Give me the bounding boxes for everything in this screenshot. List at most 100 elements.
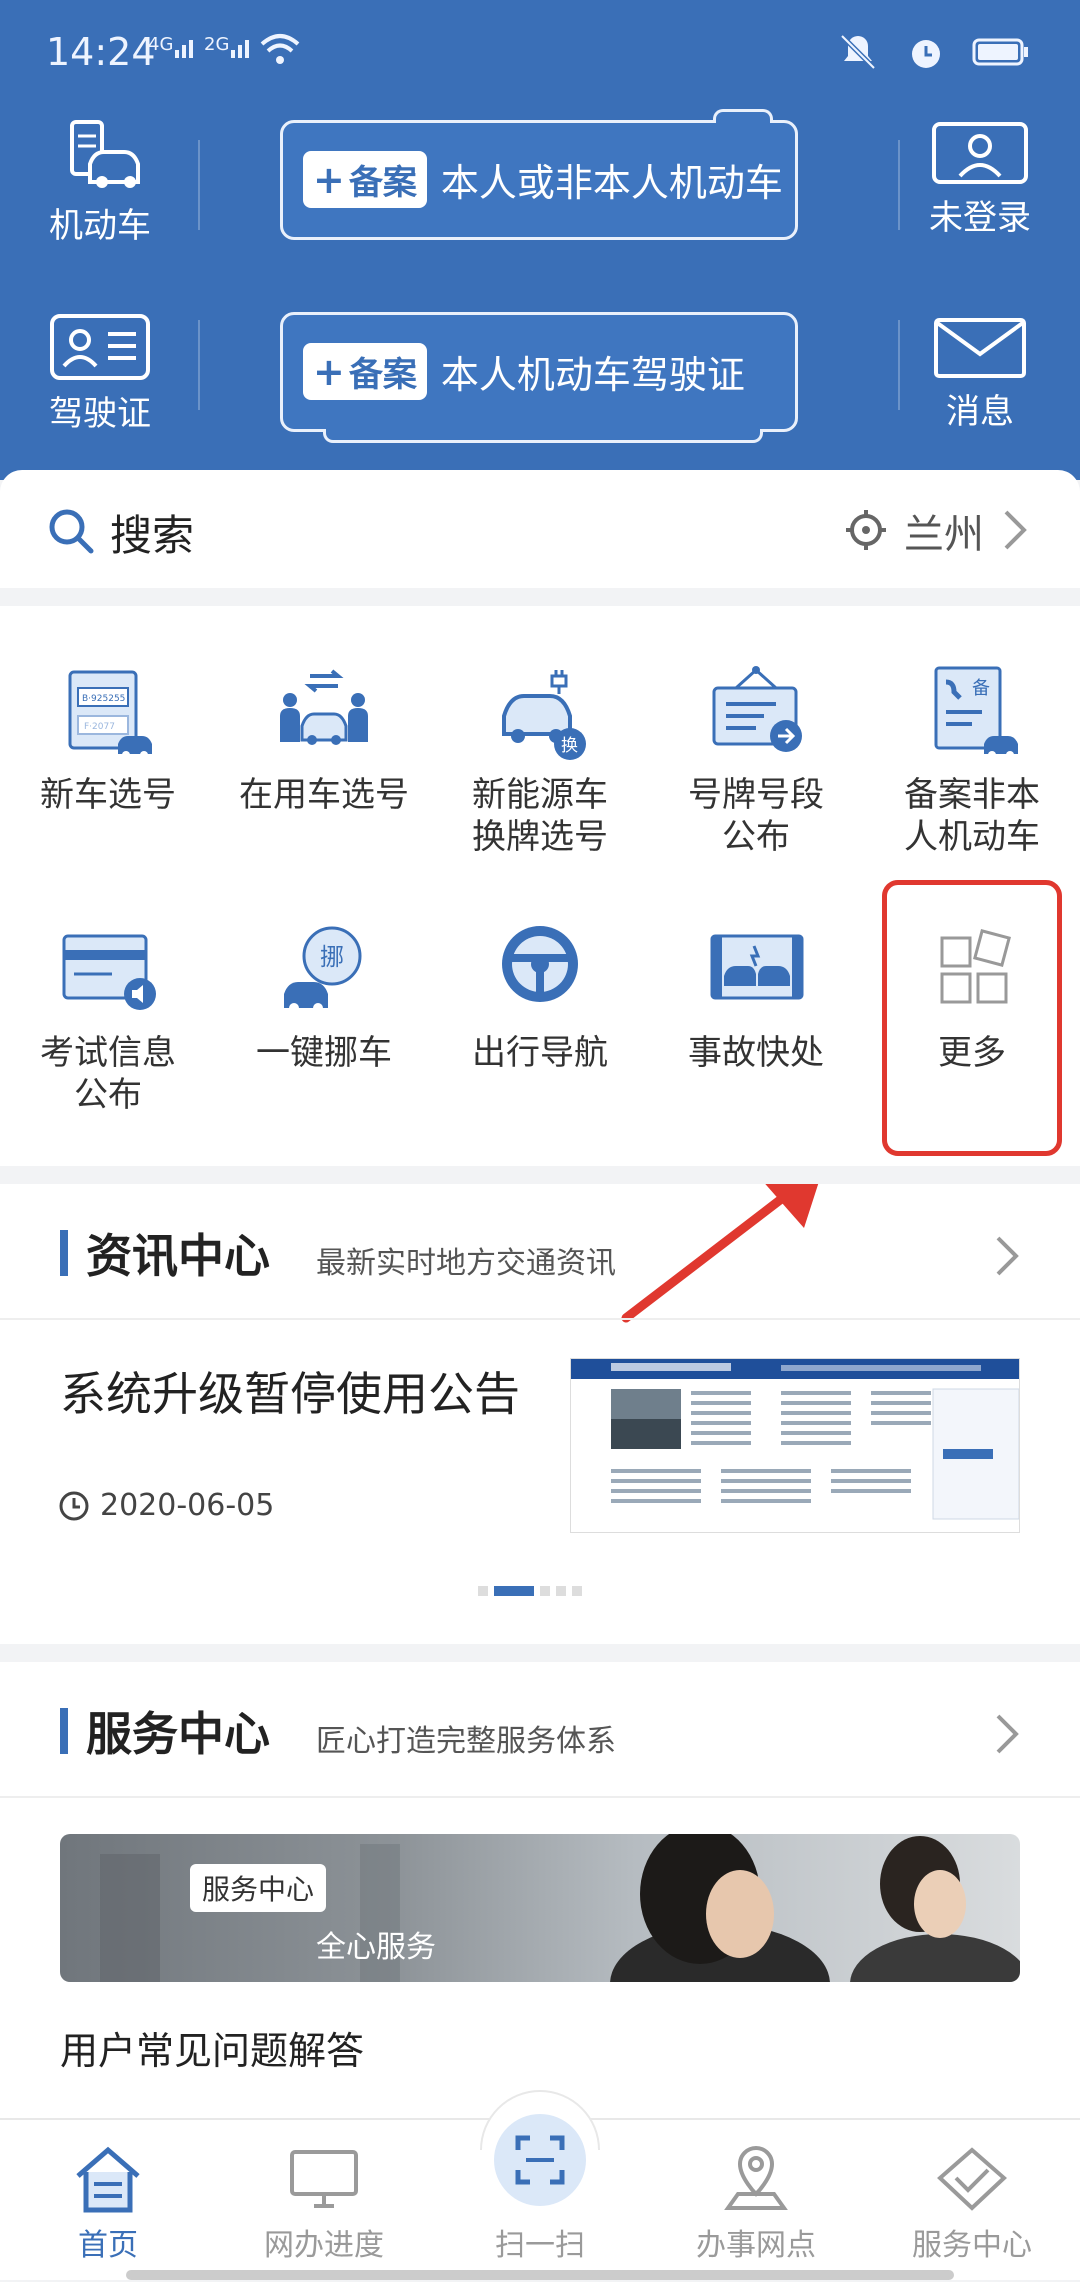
header-divider xyxy=(198,140,200,230)
news-item-title[interactable]: 系统升级暂停使用公告 xyxy=(60,1358,520,1424)
plus-icon: + xyxy=(313,349,345,394)
exam-info-announcement[interactable]: 考试信息公布 xyxy=(0,920,216,1116)
ev-car-icon: 换 xyxy=(490,662,590,762)
status-time: 14:24 xyxy=(46,30,156,74)
chevron-right-icon xyxy=(996,1714,1019,1754)
travel-navigation[interactable]: 出行导航 xyxy=(432,920,648,1074)
message-label: 消息 xyxy=(946,392,1014,432)
map-pin-icon xyxy=(724,2145,788,2210)
signal-2g-label: 2G xyxy=(204,34,230,55)
grid-label: 考试信息公布 xyxy=(40,1033,176,1115)
envelope-icon xyxy=(934,318,1026,378)
pager-dot xyxy=(556,1586,566,1596)
move-car-icon: 挪 xyxy=(274,920,374,1020)
monitor-icon xyxy=(290,2150,358,2208)
plate-text: B·925255 xyxy=(82,694,125,704)
signal-4g-icon: 4G xyxy=(148,34,199,66)
vehicle-icon xyxy=(70,120,140,188)
signal-2g-icon: 2G xyxy=(204,34,255,66)
service-center-subtitle: 匠心打造完整服务体系 xyxy=(316,1724,616,1759)
location-icon xyxy=(846,510,886,550)
register-vehicle-card[interactable]: + 备案 本人或非本人机动车 xyxy=(280,109,798,240)
city-selector[interactable]: 兰州 xyxy=(904,502,984,560)
tab-label: 办事网点 xyxy=(696,2228,816,2263)
login-entry[interactable]: 未登录 xyxy=(912,120,1048,239)
tab-home[interactable]: 首页 xyxy=(0,2120,216,2282)
move-text: 挪 xyxy=(320,943,344,971)
mute-icon xyxy=(840,34,876,70)
notice-board-icon xyxy=(706,662,806,762)
register-badge: + 备案 xyxy=(303,151,427,208)
home-indicator xyxy=(126,2270,954,2280)
service-center-header[interactable]: 服务中心 匠心打造完整服务体系 xyxy=(0,1662,1080,1798)
search-bar[interactable]: 搜索 兰州 xyxy=(0,470,1080,588)
accident-icon xyxy=(706,920,806,1020)
vehicle-label: 机动车 xyxy=(49,206,151,246)
plate-text: F·2077 xyxy=(84,722,115,732)
login-label: 未登录 xyxy=(929,198,1031,238)
pager-dot-active xyxy=(494,1586,534,1596)
one-key-move-car[interactable]: 挪 一键挪车 xyxy=(216,920,432,1074)
grid-label: 在用车选号 xyxy=(239,775,409,815)
status-bar: 14:24 4G 2G xyxy=(0,0,1080,110)
grid-label: 出行导航 xyxy=(472,1033,608,1073)
register-license-text: 本人机动车驾驶证 xyxy=(440,353,745,397)
search-input[interactable]: 搜索 xyxy=(110,502,194,563)
signal-4g-label: 4G xyxy=(148,34,174,55)
header-divider xyxy=(898,140,900,230)
vehicle-entry[interactable]: 机动车 xyxy=(30,118,170,247)
section-accent-bar xyxy=(60,1708,68,1754)
battery-icon xyxy=(972,38,1028,66)
new-energy-plate-selection[interactable]: 换 新能源车换牌选号 xyxy=(432,662,648,858)
scan-button[interactable] xyxy=(494,2114,586,2206)
register-badge-label: 备案 xyxy=(348,355,417,395)
service-banner[interactable]: 服务中心 全心服务 xyxy=(60,1834,1020,1982)
card-strip xyxy=(323,429,763,443)
handshake-icon xyxy=(937,2147,1007,2211)
grid-label: 新车选号 xyxy=(40,775,176,815)
tab-label: 首页 xyxy=(78,2228,138,2263)
chevron-right-icon xyxy=(996,1236,1019,1276)
banner-tag: 服务中心 xyxy=(190,1864,327,1912)
used-car-plate-selection[interactable]: 在用车选号 xyxy=(216,662,432,816)
plus-icon: + xyxy=(313,157,345,202)
plate-range-announcement[interactable]: 号牌号段公布 xyxy=(648,662,864,858)
banner-text: 全心服务 xyxy=(316,1930,436,1965)
grid-label: 事故快处 xyxy=(688,1033,824,1073)
news-subtitle: 最新实时地方交通资讯 xyxy=(316,1246,616,1281)
service-center-title: 服务中心 xyxy=(86,1707,270,1761)
beian-text: 备 xyxy=(972,678,990,699)
faq-link[interactable]: 用户常见问题解答 xyxy=(60,2020,364,2075)
scan-icon xyxy=(515,2135,565,2185)
user-icon xyxy=(932,122,1028,184)
home-icon xyxy=(76,2146,140,2213)
license-entry[interactable]: 驾驶证 xyxy=(30,312,170,435)
header-divider xyxy=(898,320,900,410)
new-car-plate-selection[interactable]: B·925255 F·2077 新车选号 xyxy=(0,662,216,816)
news-header[interactable]: 资讯中心 最新实时地方交通资讯 xyxy=(0,1184,1080,1320)
message-entry[interactable]: 消息 xyxy=(912,316,1048,433)
grid-label: 号牌号段公布 xyxy=(688,775,824,857)
alarm-icon xyxy=(912,40,940,68)
pager-dot xyxy=(478,1586,488,1596)
wifi-icon xyxy=(258,32,302,74)
news-thumbnail[interactable] xyxy=(570,1358,1020,1533)
quick-accident-handling[interactable]: 事故快处 xyxy=(648,920,864,1074)
tab-progress[interactable]: 网办进度 xyxy=(216,2120,432,2282)
register-vehicle-text: 本人或非本人机动车 xyxy=(440,161,783,205)
tab-service-points[interactable]: 办事网点 xyxy=(648,2120,864,2282)
section-gap xyxy=(0,1644,1080,1662)
steering-wheel-icon xyxy=(490,920,590,1020)
carousel-pager xyxy=(478,1586,582,1596)
chevron-right-icon xyxy=(1004,510,1027,550)
register-non-owner-vehicle[interactable]: 备 备案非本人机动车 xyxy=(864,662,1080,858)
tab-service-center[interactable]: 服务中心 xyxy=(864,2120,1080,2282)
header-divider xyxy=(198,320,200,410)
register-badge: + 备案 xyxy=(303,343,427,400)
more-highlight-box xyxy=(882,880,1062,1156)
news-title: 资讯中心 xyxy=(86,1229,270,1283)
register-license-card[interactable]: + 备案 本人机动车驾驶证 xyxy=(280,312,798,443)
pager-dot xyxy=(540,1586,550,1596)
plate-select-icon: B·925255 F·2077 xyxy=(58,662,158,762)
section-gap xyxy=(0,588,1080,606)
